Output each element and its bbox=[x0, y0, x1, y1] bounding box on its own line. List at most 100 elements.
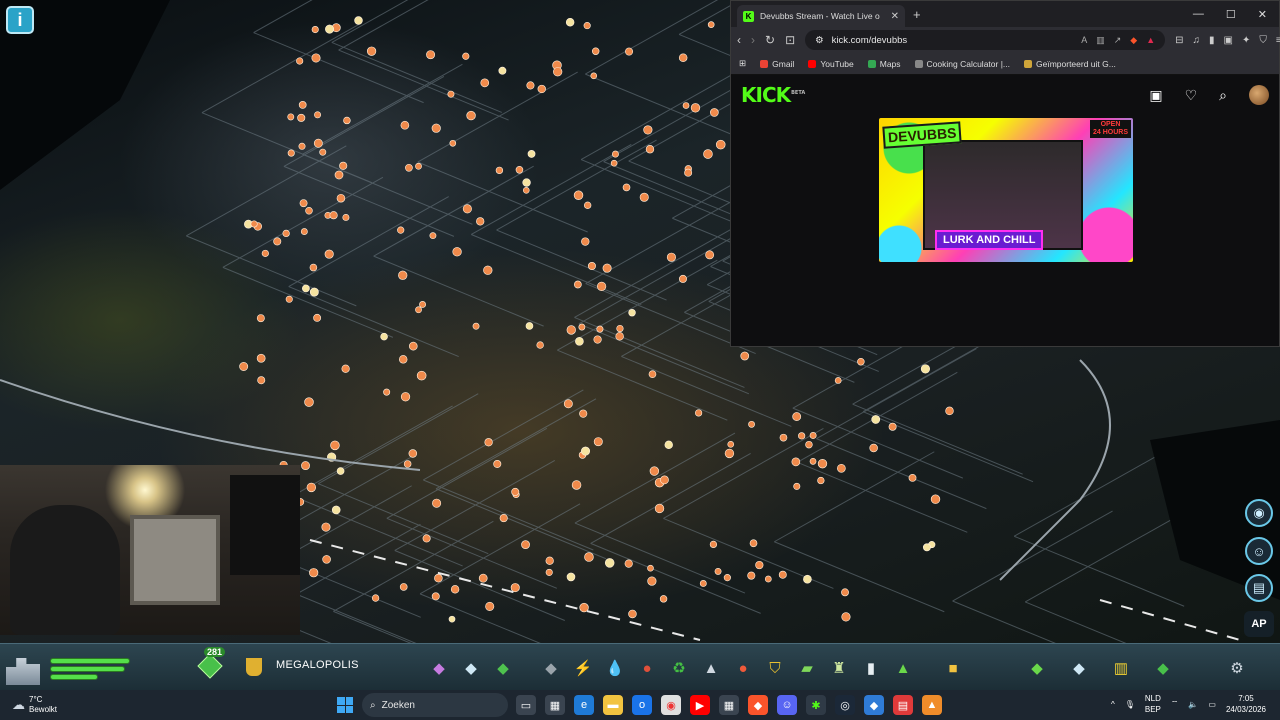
transport-icon[interactable]: ▮ bbox=[860, 657, 882, 679]
vlc-icon[interactable]: ▲ bbox=[922, 695, 942, 715]
reload-icon[interactable]: ↻ bbox=[765, 33, 775, 47]
chrome-icon[interactable]: ◉ bbox=[661, 695, 681, 715]
kick-app-icon[interactable]: ✱ bbox=[806, 695, 826, 715]
specialization-icon[interactable]: ▲ bbox=[892, 657, 914, 679]
bookmark-gmail[interactable]: Gmail bbox=[760, 59, 794, 69]
trade-icon[interactable]: ◆ bbox=[1026, 657, 1048, 679]
map-icon[interactable]: ◆ bbox=[1068, 657, 1090, 679]
notes-icon[interactable]: ▤ bbox=[1245, 574, 1273, 602]
reader-icon[interactable]: ▥ bbox=[1096, 35, 1105, 46]
bookmark-maps[interactable]: Maps bbox=[867, 58, 901, 69]
menu-icon[interactable]: ≡ bbox=[1276, 35, 1280, 46]
store-icon[interactable]: ▦ bbox=[545, 695, 565, 715]
zoning-icon[interactable]: ◆ bbox=[428, 657, 450, 679]
education-icon[interactable]: ▲ bbox=[700, 657, 722, 679]
stream-thumbnail[interactable]: DEVUBBS OPEN 24 HOURS LURK AND CHILL bbox=[879, 118, 1133, 262]
kick-logo[interactable]: KICKBETA bbox=[741, 83, 805, 107]
maximize-icon[interactable]: ☐ bbox=[1226, 8, 1236, 21]
kick-favicon-icon: K bbox=[743, 10, 754, 22]
bookmark-folder[interactable]: Geïmporteerd uit G... bbox=[1024, 59, 1116, 69]
nav-bar: ‹ › ↻ ⊡ ⚙ kick.com/devubbs A ▥ ↗ ◆ ▲ ⊟ ♫… bbox=[731, 27, 1280, 53]
file-explorer-icon[interactable]: ▬ bbox=[603, 695, 623, 715]
close-window-icon[interactable]: ✕ bbox=[1258, 8, 1267, 21]
browser-window[interactable]: K Devubbs Stream - Watch Live o ✕ + — ☐ … bbox=[730, 0, 1280, 347]
commercial-zone-icon[interactable]: ◆ bbox=[492, 657, 514, 679]
power-icon[interactable]: ⚡ bbox=[572, 657, 594, 679]
minimize-icon[interactable]: — bbox=[1193, 8, 1204, 21]
parks-icon[interactable]: ▰ bbox=[796, 657, 818, 679]
apps-grid-icon[interactable]: ⊞ bbox=[739, 58, 746, 69]
panel-icon[interactable]: ▮ bbox=[1209, 35, 1215, 46]
info-icon[interactable]: i bbox=[6, 6, 34, 34]
shop-icon[interactable]: ■ bbox=[942, 657, 964, 679]
calculator-icon[interactable]: ▦ bbox=[719, 695, 739, 715]
browse-icon[interactable]: ▣ bbox=[1149, 87, 1162, 104]
residential-zone-icon[interactable]: ◆ bbox=[460, 657, 482, 679]
brave-icon[interactable]: ◆ bbox=[748, 695, 768, 715]
bookmark-label: Gmail bbox=[772, 58, 795, 69]
landmark-icon[interactable]: ♜ bbox=[828, 657, 850, 679]
bookmarks-bar: ⊞ Gmail YouTube Maps Cooking Calculator … bbox=[731, 53, 1279, 75]
steam-icon[interactable]: ◎ bbox=[835, 695, 855, 715]
camera-view-icon[interactable]: ◉ bbox=[1245, 499, 1273, 527]
back-icon[interactable]: ‹ bbox=[737, 33, 741, 47]
fire-icon[interactable]: ● bbox=[732, 657, 754, 679]
trophy-icon[interactable] bbox=[246, 658, 262, 676]
settings-icon[interactable]: ⚙ bbox=[1226, 657, 1248, 679]
clock[interactable]: 7:05 24/03/2026 bbox=[1226, 693, 1266, 715]
edge-icon[interactable]: e bbox=[574, 695, 594, 715]
cloud-icon: ☁ bbox=[12, 697, 25, 712]
neighbor-icon[interactable]: ◆ bbox=[1152, 657, 1174, 679]
bookmark-icon[interactable]: ⊡ bbox=[785, 33, 795, 47]
search-icon[interactable]: ⌕ bbox=[1219, 87, 1227, 104]
tab-devubbs[interactable]: K Devubbs Stream - Watch Live o ✕ bbox=[737, 5, 905, 27]
city-icon[interactable] bbox=[6, 658, 40, 685]
weather-widget[interactable]: ☁ 7°C Bewolkt bbox=[0, 695, 200, 715]
windows-start-icon[interactable] bbox=[337, 697, 353, 713]
bookmark-label: YouTube bbox=[820, 58, 854, 69]
taskbar-search[interactable]: ⌕ Zoeken bbox=[362, 693, 508, 717]
youtube-icon[interactable]: ▶ bbox=[690, 695, 710, 715]
media-icon[interactable]: ♫ bbox=[1193, 35, 1201, 46]
address-bar[interactable]: ⚙ kick.com/devubbs A ▥ ↗ ◆ ▲ bbox=[805, 30, 1166, 50]
bookmark-youtube[interactable]: YouTube bbox=[808, 58, 854, 69]
recycling-icon[interactable]: ♻ bbox=[668, 657, 690, 679]
forward-icon[interactable]: › bbox=[751, 33, 755, 47]
battery-icon[interactable]: ▭ bbox=[1208, 700, 1216, 709]
following-heart-icon[interactable]: ♡ bbox=[1185, 87, 1198, 104]
sewage-icon[interactable]: ● bbox=[636, 657, 658, 679]
brave-shield-icon[interactable]: ◆ bbox=[1130, 35, 1137, 46]
translate-icon[interactable]: A bbox=[1081, 35, 1087, 46]
outlook-icon[interactable]: o bbox=[632, 695, 652, 715]
user-avatar[interactable] bbox=[1249, 85, 1269, 105]
wifi-icon[interactable]: ⌔ bbox=[1171, 699, 1179, 709]
population-bars[interactable] bbox=[50, 658, 162, 682]
factory-icon[interactable]: ▥ bbox=[1110, 657, 1132, 679]
tray-chevron-icon[interactable]: ^ bbox=[1111, 700, 1115, 709]
task-view-icon[interactable]: ▭ bbox=[516, 695, 536, 715]
share-icon[interactable]: ↗ bbox=[1114, 35, 1122, 46]
volume-icon[interactable]: 🔈 bbox=[1188, 700, 1198, 709]
bookmark-label: Maps bbox=[879, 58, 901, 69]
webcam-feed bbox=[0, 465, 300, 635]
popcorn-icon[interactable]: ▤ bbox=[893, 695, 913, 715]
language-indicator[interactable]: NLD BEP bbox=[1145, 693, 1161, 715]
discord-icon[interactable]: ☺ bbox=[777, 695, 797, 715]
water-icon[interactable]: 💧 bbox=[604, 657, 626, 679]
city-name[interactable]: MEGALOPOLIS bbox=[276, 659, 359, 671]
extensions-icon[interactable]: ✦ bbox=[1242, 35, 1250, 46]
brave-rewards-icon[interactable]: ▲ bbox=[1146, 35, 1155, 46]
police-icon[interactable]: ⛉ bbox=[764, 657, 786, 679]
vpn-icon[interactable]: ⛉ bbox=[1259, 35, 1267, 46]
ap-button[interactable]: AP bbox=[1244, 611, 1274, 637]
game-launcher-icon[interactable]: ◆ bbox=[864, 695, 884, 715]
road-icon[interactable]: ◆ bbox=[540, 657, 562, 679]
new-tab-icon[interactable]: + bbox=[913, 7, 921, 22]
microphone-icon[interactable]: 🎙 bbox=[1125, 700, 1135, 709]
advisor-icon[interactable]: ☺ bbox=[1245, 537, 1273, 565]
wallet-icon[interactable]: ▣ bbox=[1224, 35, 1233, 46]
close-tab-icon[interactable]: ✕ bbox=[891, 11, 899, 22]
site-info-icon[interactable]: ⚙ bbox=[815, 35, 824, 46]
bookmark-cooking[interactable]: Cooking Calculator |... bbox=[914, 59, 1010, 69]
sidebar-icon[interactable]: ⊟ bbox=[1175, 35, 1183, 46]
